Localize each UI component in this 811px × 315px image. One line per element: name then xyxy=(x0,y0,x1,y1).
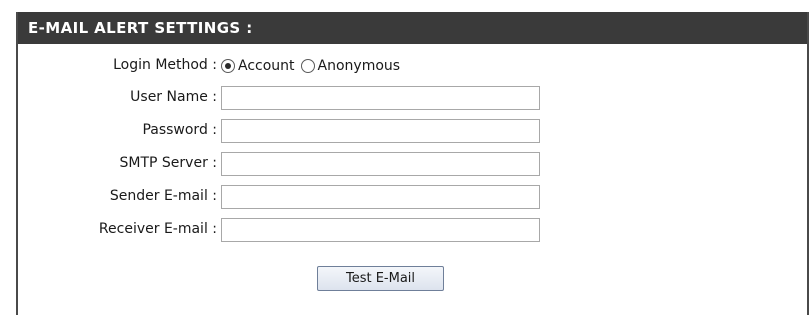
login-method-row: Login Method : Account Anonymous xyxy=(18,52,807,80)
smtp-server-label: SMTP Server : xyxy=(119,155,218,171)
radio-account[interactable]: Account xyxy=(221,58,295,74)
password-row: Password : xyxy=(18,117,807,145)
receiver-email-input[interactable] xyxy=(221,218,540,242)
test-email-button[interactable]: Test E-Mail xyxy=(317,266,444,291)
password-input[interactable] xyxy=(221,119,540,143)
smtp-server-row: SMTP Server : xyxy=(18,150,807,178)
radio-unchecked-icon[interactable] xyxy=(300,59,315,73)
receiver-email-row: Receiver E-mail : xyxy=(18,216,807,244)
panel-title: E-MAIL ALERT SETTINGS : xyxy=(18,12,807,44)
email-alert-settings-panel: E-MAIL ALERT SETTINGS : Login Method : A… xyxy=(16,12,809,315)
radio-anonymous[interactable]: Anonymous xyxy=(300,58,401,74)
receiver-email-label: Receiver E-mail : xyxy=(98,221,217,237)
user-name-input[interactable] xyxy=(221,86,540,110)
sender-email-label: Sender E-mail : xyxy=(109,188,217,204)
radio-anonymous-label: Anonymous xyxy=(317,58,401,74)
login-method-label: Login Method : xyxy=(113,57,217,73)
password-label: Password : xyxy=(142,122,217,138)
sender-email-row: Sender E-mail : xyxy=(18,183,807,211)
radio-account-label: Account xyxy=(238,58,295,74)
login-method-radio-group: Account Anonymous xyxy=(221,52,406,80)
sender-email-input[interactable] xyxy=(221,185,540,209)
user-name-row: User Name : xyxy=(18,84,807,112)
smtp-server-input[interactable] xyxy=(221,152,540,176)
radio-checked-icon[interactable] xyxy=(221,59,235,73)
user-name-label: User Name : xyxy=(130,89,217,105)
